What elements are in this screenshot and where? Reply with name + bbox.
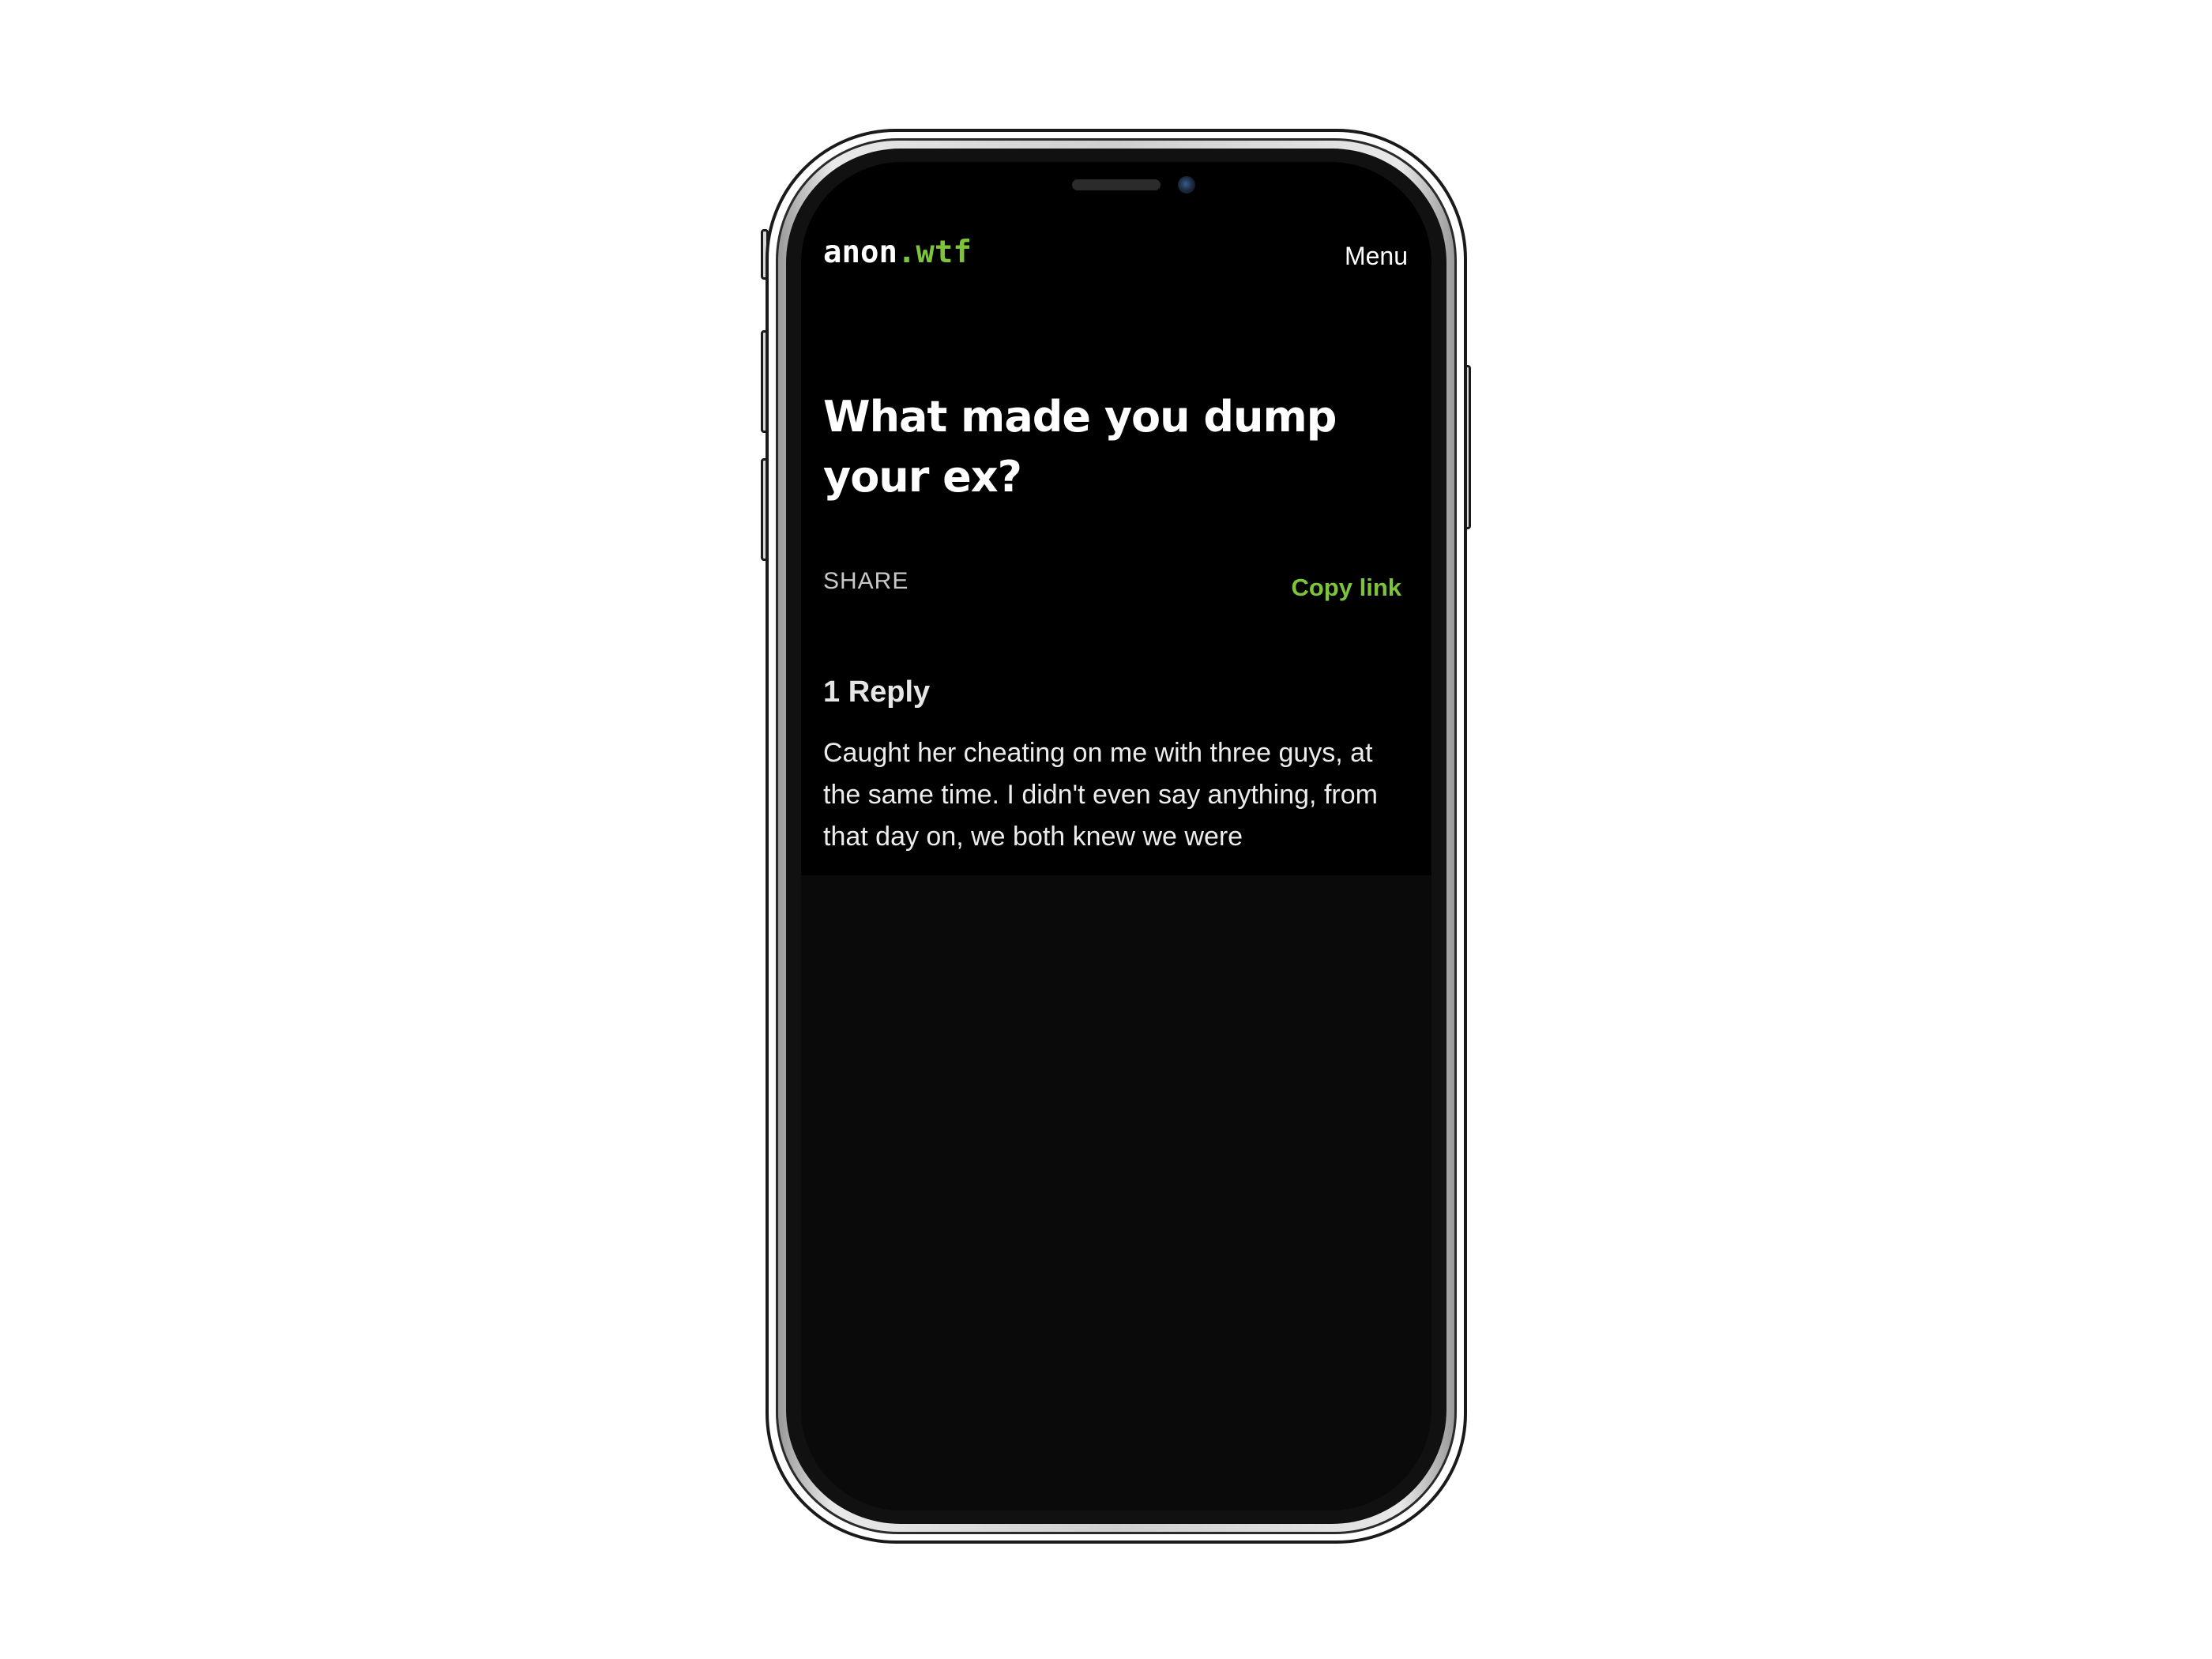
- earpiece-speaker: [1072, 179, 1161, 190]
- share-label: SHARE: [823, 568, 909, 594]
- reply-count: 1 Reply: [823, 675, 931, 709]
- copy-link-button[interactable]: Copy link: [1291, 574, 1401, 602]
- reply-text: Caught her cheating on me with three guy…: [823, 738, 1378, 852]
- menu-button[interactable]: Menu: [1345, 242, 1408, 271]
- phone-screen: anon.wtf Menu What made you dump your ex…: [801, 162, 1431, 1510]
- mockup-stage: anon.wtf Menu What made you dump your ex…: [0, 0, 2212, 1659]
- logo-tld: .wtf: [897, 235, 972, 270]
- screen-empty-area: [801, 875, 1431, 1510]
- site-logo[interactable]: anon.wtf: [823, 235, 972, 270]
- front-camera-icon: [1178, 176, 1195, 194]
- logo-name: anon: [823, 235, 897, 270]
- post-title: What made you dump your ex?: [823, 392, 1337, 502]
